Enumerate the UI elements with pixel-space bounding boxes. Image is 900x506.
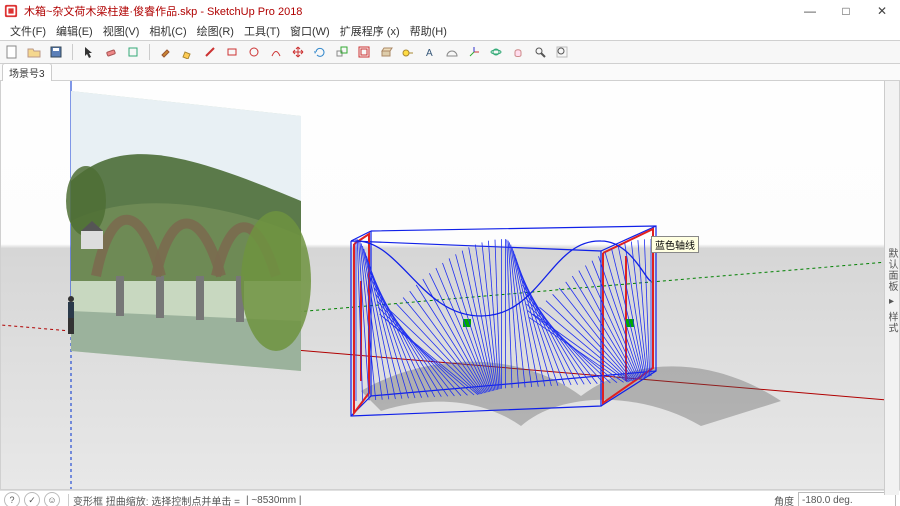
new-file-icon[interactable] bbox=[4, 44, 20, 60]
close-button[interactable]: ✕ bbox=[864, 0, 900, 22]
scale-icon[interactable] bbox=[334, 44, 350, 60]
geo-icon[interactable]: ? bbox=[4, 492, 20, 506]
text-icon[interactable]: A bbox=[422, 44, 438, 60]
zoom-extents-icon[interactable] bbox=[554, 44, 570, 60]
paint-icon[interactable] bbox=[158, 44, 174, 60]
menu-help[interactable]: 帮助(H) bbox=[406, 23, 451, 39]
open-file-icon[interactable] bbox=[26, 44, 42, 60]
select-icon[interactable] bbox=[81, 44, 97, 60]
profile-icon[interactable]: ☺ bbox=[44, 492, 60, 506]
pushpull-icon[interactable] bbox=[378, 44, 394, 60]
axes-icon[interactable] bbox=[466, 44, 482, 60]
status-measure-inline: | ~8530mm | bbox=[246, 495, 302, 506]
circle-icon[interactable] bbox=[246, 44, 262, 60]
toolbar-separator bbox=[72, 44, 73, 60]
offset-icon[interactable] bbox=[356, 44, 372, 60]
menu-file[interactable]: 文件(F) bbox=[6, 23, 50, 39]
app-icon bbox=[4, 4, 18, 18]
pencil-icon[interactable] bbox=[180, 44, 196, 60]
red-axis-neg bbox=[1, 325, 71, 331]
scene-tab[interactable]: 场景号3 bbox=[2, 63, 52, 81]
protractor-icon[interactable] bbox=[444, 44, 460, 60]
menu-draw[interactable]: 绘图(R) bbox=[193, 23, 238, 39]
menu-edit[interactable]: 编辑(E) bbox=[52, 23, 97, 39]
menu-view[interactable]: 视图(V) bbox=[99, 23, 144, 39]
pan-icon[interactable] bbox=[510, 44, 526, 60]
angle-value-box[interactable]: -180.0 deg. bbox=[798, 492, 896, 506]
minimize-button[interactable]: — bbox=[792, 0, 828, 22]
orbit-icon[interactable] bbox=[488, 44, 504, 60]
eraser-icon[interactable] bbox=[103, 44, 119, 60]
line-icon[interactable] bbox=[202, 44, 218, 60]
save-icon[interactable] bbox=[48, 44, 64, 60]
title-bar: 木箱~杂文荷木梁柱建·俊睿作品.skp - SketchUp Pro 2018 … bbox=[0, 0, 900, 22]
arc-icon[interactable] bbox=[268, 44, 284, 60]
scene-bar: 场景号3 bbox=[0, 64, 900, 81]
tape-icon[interactable] bbox=[400, 44, 416, 60]
credits-icon[interactable]: ✓ bbox=[24, 492, 40, 506]
axis-tooltip: 蓝色轴线 bbox=[651, 236, 699, 253]
toolbar-separator bbox=[149, 44, 150, 60]
rotate-icon[interactable] bbox=[312, 44, 328, 60]
status-hint: 变形框 扭曲缩放: 选择控制点并单击 = bbox=[73, 493, 240, 506]
menu-camera[interactable]: 相机(C) bbox=[145, 23, 190, 39]
window-controls: — □ ✕ bbox=[792, 0, 900, 22]
svg-text:A: A bbox=[426, 48, 433, 59]
zoom-icon[interactable] bbox=[532, 44, 548, 60]
viewport[interactable]: 蓝色轴线 默认面板 ▸ 样式 bbox=[0, 81, 900, 490]
reference-photo bbox=[66, 91, 311, 371]
tray-panel[interactable]: 默认面板 ▸ 样式 bbox=[884, 81, 899, 495]
angle-value: -180.0 deg. bbox=[802, 495, 853, 506]
move-icon[interactable] bbox=[290, 44, 306, 60]
status-bar: ? ✓ ☺ 变形框 扭曲缩放: 选择控制点并单击 = | ~8530mm | 角… bbox=[0, 490, 900, 506]
rect-icon[interactable] bbox=[224, 44, 240, 60]
status-separator bbox=[68, 494, 69, 506]
angle-label: 角度 bbox=[774, 493, 794, 506]
maximize-button[interactable]: □ bbox=[828, 0, 864, 22]
window-title: 木箱~杂文荷木梁柱建·俊睿作品.skp - SketchUp Pro 2018 bbox=[24, 3, 302, 19]
menu-bar: 文件(F) 编辑(E) 视图(V) 相机(C) 绘图(R) 工具(T) 窗口(W… bbox=[0, 22, 900, 40]
menu-window[interactable]: 窗口(W) bbox=[286, 23, 334, 39]
component-icon[interactable] bbox=[125, 44, 141, 60]
menu-tools[interactable]: 工具(T) bbox=[240, 23, 284, 39]
viewport-canvas[interactable] bbox=[1, 81, 899, 489]
menu-ext[interactable]: 扩展程序 (x) bbox=[336, 23, 404, 39]
toolbar: A bbox=[0, 40, 900, 64]
